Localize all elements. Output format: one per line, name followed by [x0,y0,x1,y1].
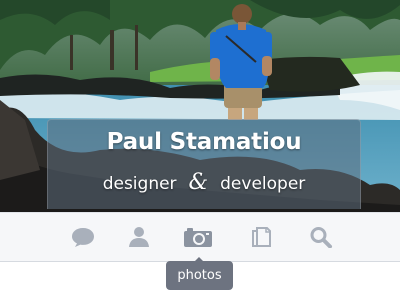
role-developer: developer [220,174,306,194]
chat-bubble-icon [72,228,94,247]
nav-search-button[interactable] [306,223,336,251]
photos-tooltip: photos [166,257,233,290]
person-icon [129,227,149,247]
nav-profile-button[interactable] [124,223,154,251]
role-designer: designer [102,174,177,194]
ampersand: & [188,170,209,195]
profile-name: Paul Stamatiou [106,129,302,155]
profile-card: Paul Stamatiou designer & developer [47,119,361,209]
profile-nav-bar [0,212,400,262]
search-icon [310,227,332,248]
nav-messages-button[interactable] [68,223,98,251]
profile-tagline: designer & developer [48,170,360,195]
nav-posts-button[interactable] [246,223,276,251]
camera-icon [184,228,212,247]
nav-photos-button[interactable] [183,223,213,251]
tooltip-label: photos [166,261,233,290]
document-icon [252,227,271,247]
